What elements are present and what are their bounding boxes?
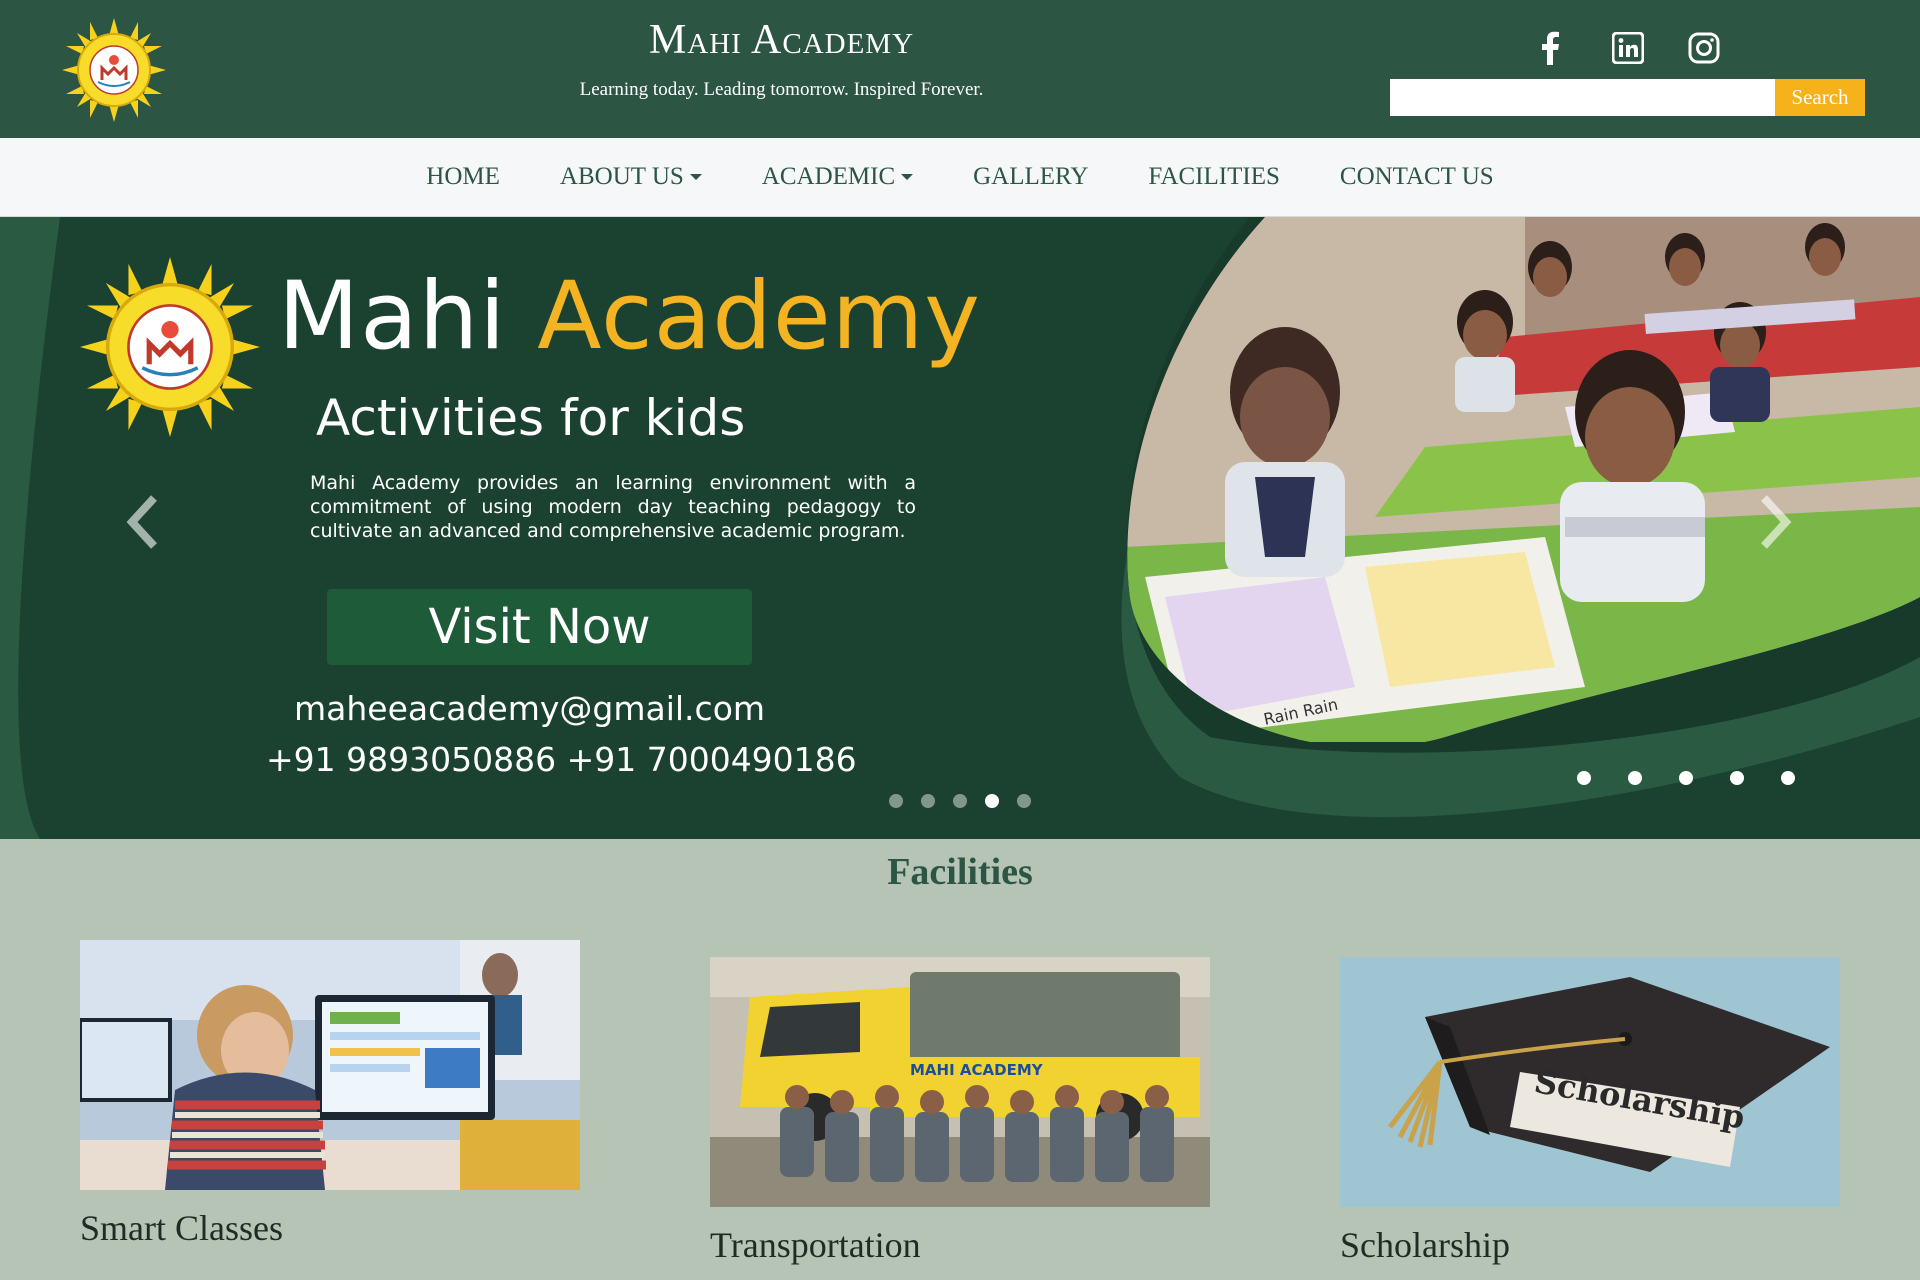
carousel-next-button[interactable] [1750, 487, 1800, 557]
carousel-indicator-4[interactable] [985, 794, 999, 808]
banner-dot [1577, 771, 1591, 785]
carousel-indicator-1[interactable] [889, 794, 903, 808]
banner-description: Mahi Academy provides an learning enviro… [310, 472, 916, 542]
visit-now-button[interactable]: Visit Now [327, 589, 752, 665]
banner-dot [1730, 771, 1744, 785]
banner-brand-part1: Mahi [278, 262, 507, 371]
site-tagline: Learning today. Leading tomorrow. Inspir… [579, 79, 984, 100]
nav-contact-us-label: CONTACT US [1339, 163, 1494, 190]
search-input[interactable] [1390, 79, 1775, 116]
site-header: Mahi Academy Learning today. Leading tom… [0, 0, 1920, 138]
banner-brand-part2: Academy [537, 262, 981, 371]
facebook-icon[interactable] [1530, 28, 1570, 68]
facilities-heading: Facilities [887, 851, 1033, 893]
banner-dot [1781, 771, 1795, 785]
nav-home-label: HOME [426, 163, 500, 190]
chevron-right-icon [1761, 495, 1792, 549]
nav-contact-us[interactable]: CONTACT US [1310, 163, 1524, 191]
chevron-down-icon [901, 174, 914, 180]
nav-gallery-label: GALLERY [973, 163, 1089, 190]
nav-facilities-label: FACILITIES [1148, 163, 1280, 190]
banner-dot [1679, 771, 1693, 785]
banner-phone: +91 9893050886 +91 7000490186 [266, 740, 857, 779]
nav-home[interactable]: HOME [396, 163, 530, 191]
search-button[interactable]: Search [1775, 79, 1865, 116]
nav-gallery[interactable]: GALLERY [943, 163, 1118, 191]
main-nav: HOME ABOUT US ACADEMIC GALLERY FACILITIE… [0, 138, 1920, 217]
banner-dot [1628, 771, 1642, 785]
facility-label-transportation: Transportation [710, 1225, 921, 1265]
carousel-indicator-3[interactable] [953, 794, 967, 808]
facility-label-scholarship: Scholarship [1340, 1225, 1510, 1265]
nav-academic[interactable]: ACADEMIC [732, 163, 943, 191]
site-title: Mahi Academy [648, 17, 915, 63]
nav-about-us[interactable]: ABOUT US [530, 163, 732, 191]
nav-about-us-label: ABOUT US [559, 163, 684, 190]
classroom-photo: Rain Rain [1125, 217, 1920, 742]
scholarship-image[interactable]: Scholarship [1340, 957, 1840, 1207]
hero-carousel: Mahi Academy Activities for kids Mahi Ac… [0, 217, 1920, 839]
smart-classes-image[interactable] [80, 940, 580, 1190]
transport-image-text: MAHI ACADEMY [910, 1061, 1044, 1079]
banner-brand: Mahi Academy [278, 262, 981, 371]
carousel-indicator-5[interactable] [1017, 794, 1031, 808]
nav-academic-label: ACADEMIC [761, 163, 896, 190]
banner-email: maheeacademy@gmail.com [294, 689, 766, 728]
chevron-left-icon [126, 495, 157, 549]
chevron-down-icon [689, 174, 702, 180]
transportation-image[interactable]: MAHI ACADEMY [710, 957, 1210, 1207]
carousel-indicator-2[interactable] [921, 794, 935, 808]
carousel-prev-button[interactable] [118, 487, 168, 557]
nav-facilities[interactable]: FACILITIES [1118, 163, 1309, 191]
linkedin-icon[interactable] [1608, 28, 1648, 68]
banner-subtitle: Activities for kids [316, 389, 746, 447]
banner-logo [80, 257, 260, 437]
instagram-icon[interactable] [1684, 28, 1724, 68]
facility-label-smart-classes: Smart Classes [80, 1208, 283, 1248]
